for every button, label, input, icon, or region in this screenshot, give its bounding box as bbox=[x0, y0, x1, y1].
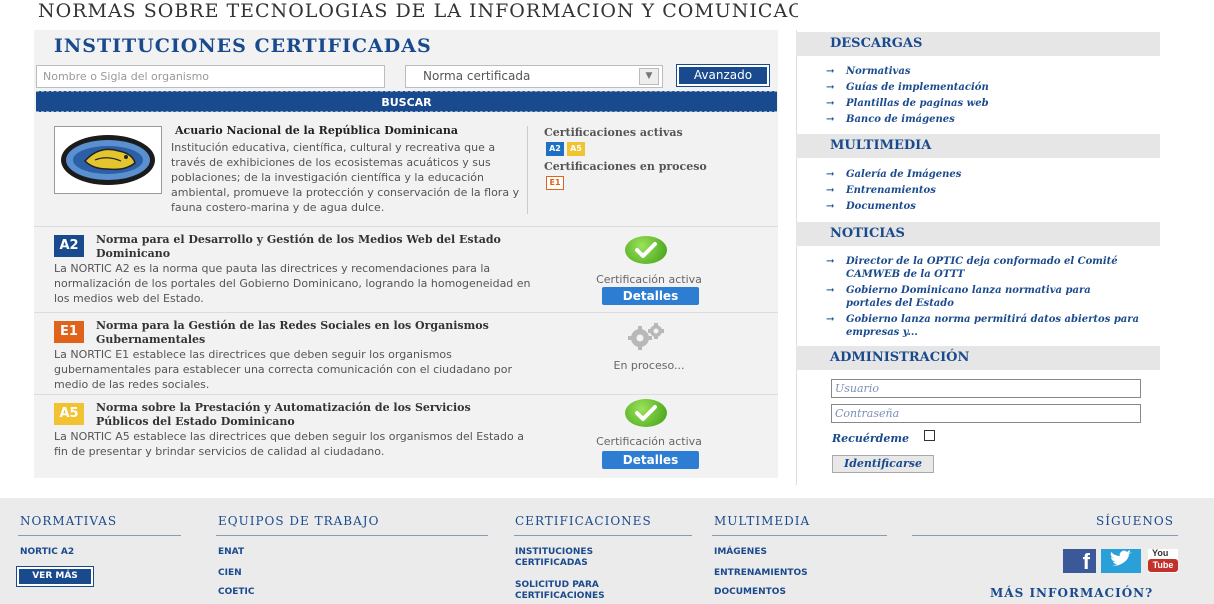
sidebar-link-guias[interactable]: → Guías de implementación bbox=[826, 81, 989, 94]
arrow-right-icon: → bbox=[826, 314, 835, 325]
footer-multimedia-title: MULTIMEDIA bbox=[714, 514, 811, 528]
norm-select-value: Norma certificada bbox=[423, 69, 531, 83]
admin-header: ADMINISTRACIÓN bbox=[796, 346, 1160, 370]
arrow-right-icon: → bbox=[826, 185, 835, 196]
footer-link-nortic-a2[interactable]: NORTIC A2 bbox=[20, 547, 74, 558]
footer-certificaciones-title: CERTIFICACIONES bbox=[515, 514, 652, 528]
norm-title[interactable]: Norma para el Desarrollo y Gestión de lo… bbox=[96, 233, 516, 261]
search-input[interactable]: Nombre o Sigla del organismo bbox=[36, 65, 385, 88]
check-icon bbox=[625, 236, 667, 264]
footer-equipos-title: EQUIPOS DE TRABAJO bbox=[218, 514, 380, 528]
divider bbox=[912, 535, 1178, 536]
details-button[interactable]: Detalles bbox=[602, 287, 699, 305]
norm-description: La NORTIC A2 es la norma que pauta las d… bbox=[54, 262, 531, 305]
sidebar-link-normativas[interactable]: → Normativas bbox=[826, 65, 910, 78]
see-more-button[interactable]: VER MÁS bbox=[16, 566, 94, 587]
news-link[interactable]: → Director de la OPTIC deja conformado el… bbox=[826, 255, 1136, 281]
institution-description: Institución educativa, científica, cultu… bbox=[54, 140, 530, 215]
footer-link-documentos[interactable]: DOCUMENTOS bbox=[714, 587, 786, 598]
multimedia-header: MULTIMEDIA bbox=[796, 134, 1160, 158]
sidebar-link-banco[interactable]: → Banco de imágenes bbox=[826, 113, 955, 126]
gears-icon bbox=[622, 321, 670, 351]
more-info-link[interactable]: MÁS INFORMACIÓN? bbox=[990, 586, 1153, 600]
news-link[interactable]: → Gobierno lanza norma permitirá datos ab… bbox=[826, 313, 1146, 339]
badge-e1[interactable]: E1 bbox=[546, 176, 564, 190]
certification-status: En proceso... bbox=[613, 359, 685, 372]
divider bbox=[712, 535, 887, 536]
institution-card: Acuario Nacional de la República Dominic… bbox=[34, 120, 778, 218]
footer-link-enat[interactable]: ENAT bbox=[218, 547, 244, 558]
arrow-right-icon: → bbox=[826, 256, 835, 267]
norm-code-badge: E1 bbox=[54, 321, 84, 343]
footer-link-coetic[interactable]: COETIC bbox=[218, 587, 255, 598]
footer-link-cien[interactable]: CIEN bbox=[218, 568, 242, 579]
page-title: INSTITUCIONES CERTIFICADAS bbox=[54, 35, 432, 57]
arrow-right-icon: → bbox=[826, 114, 835, 125]
search-button[interactable]: BUSCAR bbox=[36, 91, 777, 112]
news-link[interactable]: → Gobierno Dominicano lanza normativa par… bbox=[826, 284, 1136, 310]
sidebar-link-documentos[interactable]: → Documentos bbox=[826, 200, 916, 213]
sidebar-link-galeria[interactable]: → Galería de Imágenes bbox=[826, 168, 961, 181]
norm-title[interactable]: Norma sobre la Prestación y Automatizaci… bbox=[96, 401, 516, 429]
arrow-right-icon: → bbox=[826, 285, 835, 296]
site-title: NORMAS SOBRE TECNOLOGIAS DE LA INFORMACI… bbox=[38, 0, 798, 22]
institution-description-text: Institución educativa, científica, cultu… bbox=[171, 141, 520, 214]
details-button[interactable]: Detalles bbox=[602, 451, 699, 469]
twitter-icon[interactable] bbox=[1101, 549, 1141, 573]
active-certifications-label: Certificaciones activas bbox=[544, 126, 683, 139]
badge-a5[interactable]: A5 bbox=[567, 142, 585, 156]
footer-link-solicitud[interactable]: SOLICITUD PARA CERTIFICACIONES bbox=[515, 580, 635, 602]
norm-select[interactable]: Norma certificada ▼ bbox=[405, 65, 663, 88]
footer-link-imagenes[interactable]: IMÁGENES bbox=[714, 547, 767, 558]
norm-row-a5: A5 Norma sobre la Prestación y Automatiz… bbox=[34, 394, 778, 476]
footer-normativas-title: NORMATIVAS bbox=[20, 514, 118, 528]
news-header: NOTICIAS bbox=[796, 222, 1160, 246]
youtube-icon[interactable]: You Tube bbox=[1148, 548, 1178, 573]
institution-name[interactable]: Acuario Nacional de la República Dominic… bbox=[175, 124, 458, 137]
norm-code-badge: A2 bbox=[54, 235, 84, 257]
arrow-right-icon: → bbox=[826, 201, 835, 212]
norm-description: La NORTIC A5 establece las directrices q… bbox=[54, 430, 524, 458]
remember-label: Recuérdeme bbox=[832, 432, 909, 445]
divider bbox=[216, 535, 488, 536]
divider bbox=[18, 535, 181, 536]
chevron-down-icon[interactable]: ▼ bbox=[639, 68, 659, 85]
check-icon bbox=[625, 399, 667, 427]
footer-siguenos-title: SÍGUENOS bbox=[1096, 514, 1174, 528]
arrow-right-icon: → bbox=[826, 169, 835, 180]
sidebar-link-entrenamientos[interactable]: → Entrenamientos bbox=[826, 184, 936, 197]
certification-status: Certificación activa bbox=[596, 435, 702, 448]
arrow-right-icon: → bbox=[826, 98, 835, 109]
certification-status: Certificación activa bbox=[596, 273, 702, 286]
divider bbox=[514, 535, 692, 536]
footer-link-instituciones[interactable]: INSTITUCIONES CERTIFICADAS bbox=[515, 547, 635, 569]
norm-code-badge: A5 bbox=[54, 403, 84, 425]
norm-description: La NORTIC E1 establece las directrices q… bbox=[54, 348, 513, 391]
badge-a2[interactable]: A2 bbox=[546, 142, 564, 156]
norm-title[interactable]: Norma para la Gestión de las Redes Socia… bbox=[96, 319, 516, 347]
arrow-right-icon: → bbox=[826, 82, 835, 93]
process-certifications-label: Certificaciones en proceso bbox=[544, 160, 707, 173]
norm-row-a2: A2 Norma para el Desarrollo y Gestión de… bbox=[34, 226, 778, 308]
advanced-search-button[interactable]: Avanzado bbox=[676, 64, 770, 87]
footer-link-entrenamientos[interactable]: ENTRENAMIENTOS bbox=[714, 568, 808, 579]
norm-row-e1: E1 Norma para la Gestión de las Redes So… bbox=[34, 312, 778, 394]
arrow-right-icon: → bbox=[826, 66, 835, 77]
divider bbox=[527, 126, 528, 214]
facebook-icon[interactable]: f bbox=[1063, 549, 1096, 574]
username-field[interactable]: Usuario bbox=[831, 379, 1141, 398]
certified-institutions-panel: INSTITUCIONES CERTIFICADAS Nombre o Sigl… bbox=[34, 30, 778, 478]
remember-checkbox[interactable] bbox=[924, 430, 935, 441]
downloads-header: DESCARGAS bbox=[796, 32, 1160, 56]
login-button[interactable]: Identificarse bbox=[832, 455, 934, 473]
sidebar-link-plantillas[interactable]: → Plantillas de paginas web bbox=[826, 97, 989, 110]
password-field[interactable]: Contraseña bbox=[831, 404, 1141, 423]
